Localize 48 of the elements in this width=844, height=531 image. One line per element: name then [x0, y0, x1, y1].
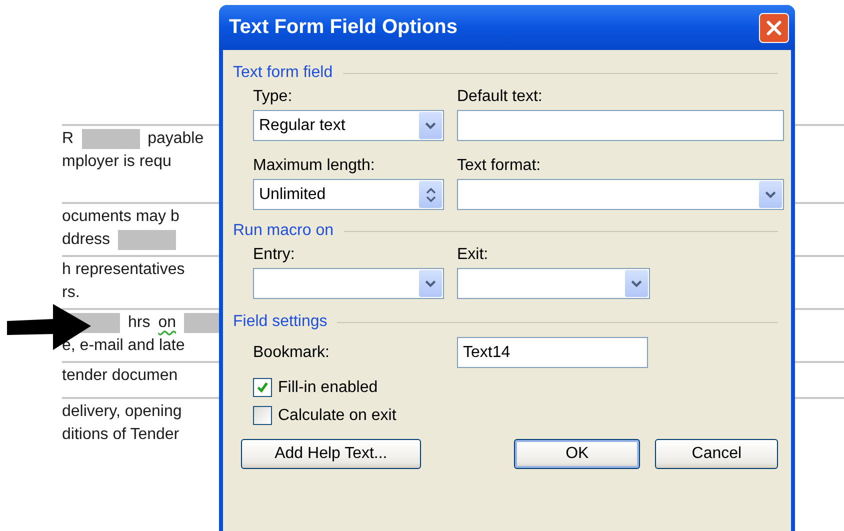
checkbox[interactable]: [253, 378, 272, 397]
document-text: delivery, opening: [62, 402, 182, 422]
redacted-block: [118, 230, 176, 250]
redacted-block: [82, 128, 140, 148]
document-text: on: [158, 313, 176, 333]
document-text: ocuments may b: [62, 207, 180, 227]
section-title: Run macro on: [233, 222, 334, 240]
entry-dropdown[interactable]: [253, 268, 444, 299]
section-title: Text form field: [233, 64, 333, 82]
format-dropdown[interactable]: [457, 179, 784, 210]
document-text: payable: [148, 129, 204, 149]
spin-field[interactable]: Unlimited: [253, 179, 444, 210]
checkbox[interactable]: [253, 406, 272, 425]
chevron-down-icon: [425, 122, 436, 129]
section-title: Field settings: [233, 313, 328, 331]
chevron-down-icon: [631, 280, 642, 287]
document-text: tender documen: [62, 366, 178, 386]
chevron-down-icon: [425, 280, 436, 287]
document-text: R: [62, 129, 74, 149]
dialog-button[interactable]: Cancel: [655, 439, 778, 469]
close-button[interactable]: [759, 12, 789, 42]
check-icon: [256, 381, 269, 394]
document-text: hrs: [128, 313, 150, 333]
close-icon: [766, 20, 782, 36]
type-dropdown[interactable]: Regular text: [253, 110, 444, 141]
exit-dropdown[interactable]: [457, 268, 650, 299]
document-text: ddress: [62, 230, 110, 250]
spin-arrows-icon: [426, 188, 436, 202]
document-text: h representatives: [62, 260, 185, 280]
dialog-button[interactable]: Add Help Text...: [241, 439, 421, 469]
checkbox-label: Calculate on exit: [278, 406, 396, 424]
document-text: mployer is requ: [62, 152, 172, 172]
checkbox-label: Fill-in enabled: [278, 378, 378, 396]
field-label: Default text:: [457, 88, 542, 106]
field-label: Exit:: [457, 246, 488, 264]
bookmark-field[interactable]: Text14: [457, 337, 648, 368]
field-label: Maximum length:: [253, 157, 375, 175]
window-title: Text Form Field Options: [229, 16, 458, 39]
field-label: Text format:: [457, 157, 541, 175]
document-text: e, e-mail and late: [62, 336, 185, 356]
field-label: Type:: [253, 88, 292, 106]
document-text: rs.: [62, 283, 80, 303]
field-label: Entry:: [253, 246, 295, 264]
field-label: Bookmark:: [253, 344, 330, 362]
chevron-down-icon: [765, 191, 776, 198]
dialog-button[interactable]: OK: [514, 439, 640, 469]
input-field[interactable]: [457, 110, 784, 141]
document-text: ditions of Tender: [62, 425, 180, 445]
